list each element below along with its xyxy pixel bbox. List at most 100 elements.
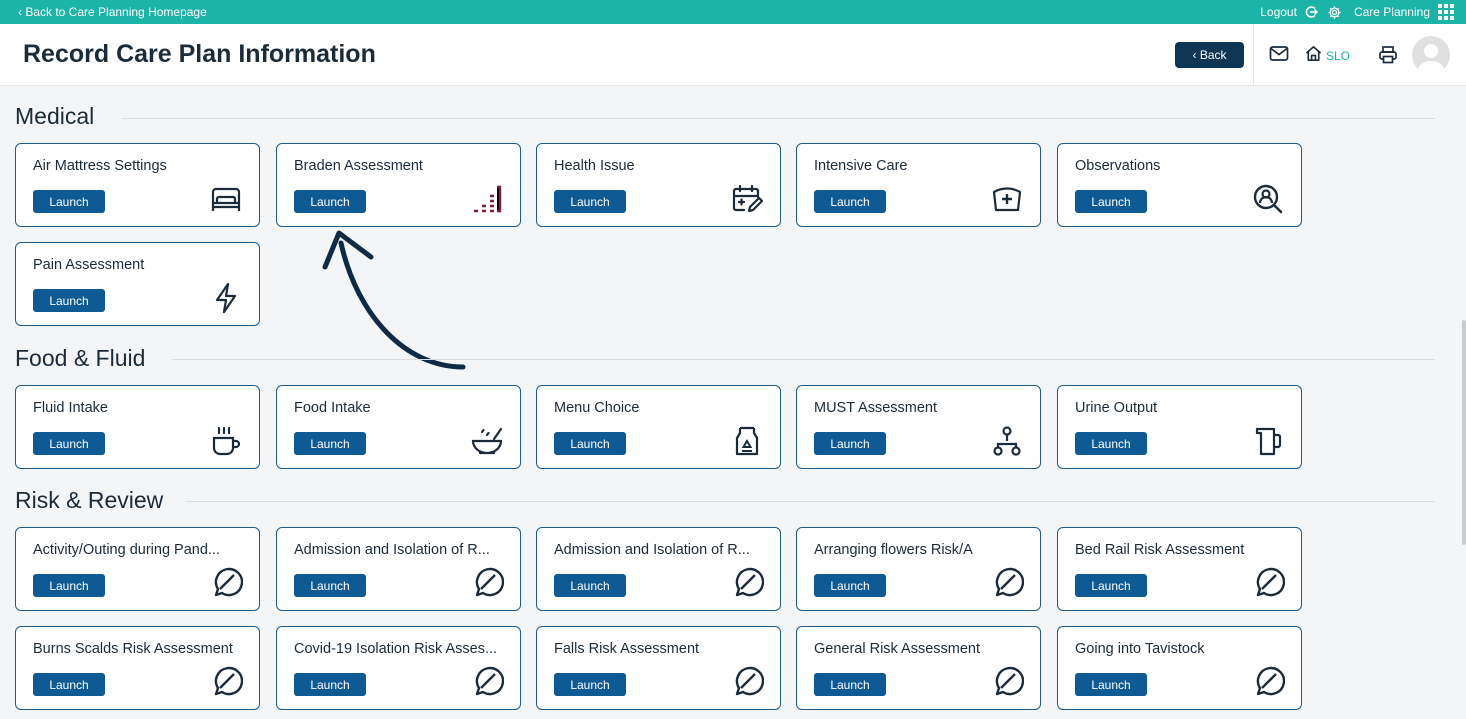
section-title-medical: Medical xyxy=(15,103,95,129)
home-location-label: SLO xyxy=(1326,49,1351,63)
launch-button[interactable]: Launch xyxy=(554,190,626,213)
card-bed-rail-risk: Bed Rail Risk Assessment Launch xyxy=(1057,527,1302,611)
launch-button[interactable]: Launch xyxy=(554,432,626,455)
cup-icon xyxy=(212,426,241,456)
card-title: Covid-19 Isolation Risk Asses... xyxy=(294,641,498,657)
launch-button[interactable]: Launch xyxy=(554,673,626,696)
card-title: Going into Tavistock xyxy=(1075,641,1205,657)
card-title: Fluid Intake xyxy=(33,400,108,416)
lightning-icon xyxy=(215,282,237,314)
page-title: Record Care Plan Information xyxy=(23,40,376,68)
no-chat-icon xyxy=(475,666,504,696)
card-title: Pain Assessment xyxy=(33,257,145,273)
launch-button[interactable]: Launch xyxy=(814,673,886,696)
top-bar: ‹ Back to Care Planning Homepage Logout … xyxy=(0,0,1466,24)
section-divider xyxy=(186,501,1435,502)
card-menu-choice: Menu Choice Launch xyxy=(536,385,781,469)
card-title: Burns Scalds Risk Assessment xyxy=(33,641,233,657)
print-icon[interactable] xyxy=(1378,45,1398,65)
card-falls-risk: Falls Risk Assessment Launch xyxy=(536,626,781,710)
card-title: Activity/Outing during Pand... xyxy=(33,542,220,558)
launch-button[interactable]: Launch xyxy=(33,574,105,597)
card-title: Intensive Care xyxy=(814,158,908,174)
medical-cross-icon xyxy=(992,187,1022,212)
launch-button[interactable]: Launch xyxy=(1075,673,1147,696)
launch-button[interactable]: Launch xyxy=(294,673,366,696)
vertical-scrollbar[interactable] xyxy=(1462,320,1466,545)
launch-button[interactable]: Launch xyxy=(814,190,886,213)
launch-button[interactable]: Launch xyxy=(33,432,105,455)
bed-icon xyxy=(211,187,241,211)
launch-button[interactable]: Launch xyxy=(33,289,105,312)
jug-icon xyxy=(1255,427,1282,456)
no-chat-icon xyxy=(214,666,243,696)
card-admission-isolation-1: Admission and Isolation of R... Launch xyxy=(276,527,521,611)
top-bar-right: Logout Care Planning xyxy=(1260,4,1454,20)
launch-button[interactable]: Launch xyxy=(814,432,886,455)
no-chat-icon xyxy=(1256,666,1285,696)
card-air-mattress-settings: Air Mattress Settings Launch xyxy=(15,143,260,227)
card-title: Observations xyxy=(1075,158,1161,174)
card-going-into-tavistock: Going into Tavistock Launch xyxy=(1057,626,1302,710)
launch-button[interactable]: Launch xyxy=(1075,190,1147,213)
card-title: Menu Choice xyxy=(554,400,640,416)
launch-button[interactable]: Launch xyxy=(33,190,105,213)
card-title: Admission and Isolation of R... xyxy=(294,542,490,558)
card-title: Health Issue xyxy=(554,158,635,174)
card-covid-isolation-risk: Covid-19 Isolation Risk Asses... Launch xyxy=(276,626,521,710)
header-divider xyxy=(1253,24,1254,86)
card-burns-scalds-risk: Burns Scalds Risk Assessment Launch xyxy=(15,626,260,710)
card-title: General Risk Assessment xyxy=(814,641,981,657)
home-location[interactable]: SLO xyxy=(1304,44,1350,68)
card-title: MUST Assessment xyxy=(814,400,938,416)
launch-button[interactable]: Launch xyxy=(294,574,366,597)
card-title: Urine Output xyxy=(1075,400,1158,416)
card-observations: Observations Launch xyxy=(1057,143,1302,227)
card-health-issue: Health Issue Launch xyxy=(536,143,781,227)
logout-link[interactable]: Logout xyxy=(1260,5,1297,19)
app-name-label[interactable]: Care Planning xyxy=(1354,5,1430,19)
card-admission-isolation-2: Admission and Isolation of R... Launch xyxy=(536,527,781,611)
launch-button[interactable]: Launch xyxy=(294,432,366,455)
card-general-risk: General Risk Assessment Launch xyxy=(796,626,1041,710)
card-title: Braden Assessment xyxy=(294,158,423,174)
back-button[interactable]: ‹ Back xyxy=(1175,42,1244,68)
card-title: Air Mattress Settings xyxy=(33,158,167,174)
card-title: Falls Risk Assessment xyxy=(554,641,700,657)
card-urine-output: Urine Output Launch xyxy=(1057,385,1302,469)
mail-icon[interactable] xyxy=(1269,45,1289,63)
home-icon xyxy=(1304,44,1323,68)
user-avatar[interactable] xyxy=(1412,36,1450,74)
launch-button[interactable]: Launch xyxy=(554,574,626,597)
section-divider xyxy=(122,118,1435,119)
hierarchy-icon xyxy=(993,426,1021,456)
card-pain-assessment: Pain Assessment Launch xyxy=(15,242,260,326)
carton-icon xyxy=(735,426,759,456)
no-chat-icon xyxy=(995,567,1024,597)
no-chat-icon xyxy=(995,666,1024,696)
card-title: Bed Rail Risk Assessment xyxy=(1075,542,1245,558)
bowl-icon xyxy=(471,427,503,455)
no-chat-icon xyxy=(735,567,764,597)
section-title-risk-review: Risk & Review xyxy=(15,487,164,513)
app-grid-icon[interactable] xyxy=(1438,4,1454,20)
section-title-food-fluid: Food & Fluid xyxy=(15,345,146,371)
card-title: Admission and Isolation of R... xyxy=(554,542,750,558)
no-chat-icon xyxy=(1256,567,1285,597)
section-divider xyxy=(172,359,1435,360)
page-header: Record Care Plan Information ‹ Back SLO xyxy=(0,24,1466,86)
card-arranging-flowers: Arranging flowers Risk/A Launch xyxy=(796,527,1041,611)
card-fluid-intake: Fluid Intake Launch xyxy=(15,385,260,469)
launch-button[interactable]: Launch xyxy=(294,190,366,213)
settings-gear-icon[interactable] xyxy=(1327,5,1342,20)
no-chat-icon xyxy=(214,567,243,597)
launch-button[interactable]: Launch xyxy=(1075,574,1147,597)
launch-button[interactable]: Launch xyxy=(814,574,886,597)
back-to-homepage-link[interactable]: ‹ Back to Care Planning Homepage xyxy=(18,5,207,19)
launch-button[interactable]: Launch xyxy=(1075,432,1147,455)
card-intensive-care: Intensive Care Launch xyxy=(796,143,1041,227)
annotation-arrow xyxy=(322,230,466,370)
launch-button[interactable]: Launch xyxy=(33,673,105,696)
card-title: Arranging flowers Risk/A xyxy=(814,542,973,558)
logout-icon[interactable] xyxy=(1305,5,1319,19)
